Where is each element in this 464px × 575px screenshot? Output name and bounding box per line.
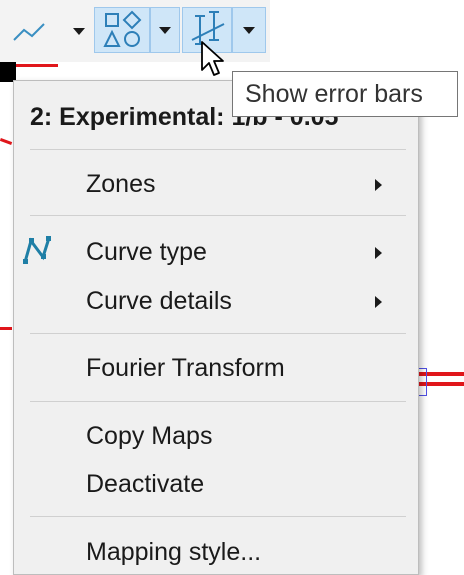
menu-item-label: Copy Maps	[86, 422, 213, 450]
submenu-arrow-icon	[375, 179, 382, 191]
menu-item-label: Deactivate	[86, 470, 205, 498]
menu-separator	[30, 333, 406, 334]
line-style-button[interactable]	[6, 7, 64, 53]
menu-item-label: Zones	[86, 170, 156, 198]
menu-separator	[30, 149, 406, 150]
menu-item-zones[interactable]: Zones	[14, 163, 418, 207]
plot-point-marker	[0, 60, 16, 82]
menu-item-mapping-style[interactable]: Mapping style...	[14, 531, 418, 574]
marker-shapes-dropdown[interactable]	[150, 7, 180, 53]
menu-item-label: Curve details	[86, 287, 232, 315]
menu-separator	[30, 215, 406, 216]
line-style-dropdown-arrow[interactable]	[73, 28, 85, 35]
line-chart-icon	[13, 23, 45, 41]
toolbar	[0, 0, 270, 62]
menu-item-curve-details[interactable]: Curve details	[14, 280, 418, 324]
menu-item-curve-type[interactable]: Curve type	[14, 231, 418, 275]
plot-curve-segment	[0, 327, 12, 330]
menu-item-label: Fourier Transform	[86, 354, 285, 382]
mouse-cursor-icon	[201, 41, 224, 76]
menu-item-deactivate[interactable]: Deactivate	[14, 463, 418, 507]
submenu-arrow-icon	[375, 296, 382, 308]
menu-separator	[30, 516, 406, 517]
menu-separator	[30, 401, 406, 402]
marker-shapes-button[interactable]	[94, 7, 150, 53]
chevron-down-icon	[243, 27, 255, 34]
menu-item-copy-maps[interactable]: Copy Maps	[14, 415, 418, 459]
curve-context-menu: 2: Experimental: 1/b - 0.05 Zones Curve …	[13, 80, 419, 575]
shapes-icon	[103, 10, 142, 47]
tooltip: Show error bars	[232, 71, 458, 117]
chevron-down-icon	[159, 27, 171, 34]
submenu-arrow-icon	[375, 247, 382, 259]
plot-curve-segment	[0, 138, 13, 145]
menu-item-label: Mapping style...	[86, 538, 262, 566]
menu-item-fourier-transform[interactable]: Fourier Transform	[14, 347, 418, 391]
menu-item-label: Curve type	[86, 238, 207, 266]
error-bars-dropdown[interactable]	[232, 7, 266, 53]
application-canvas: 2: Experimental: 1/b - 0.05 Zones Curve …	[0, 0, 464, 575]
curve-type-icon	[23, 236, 51, 264]
